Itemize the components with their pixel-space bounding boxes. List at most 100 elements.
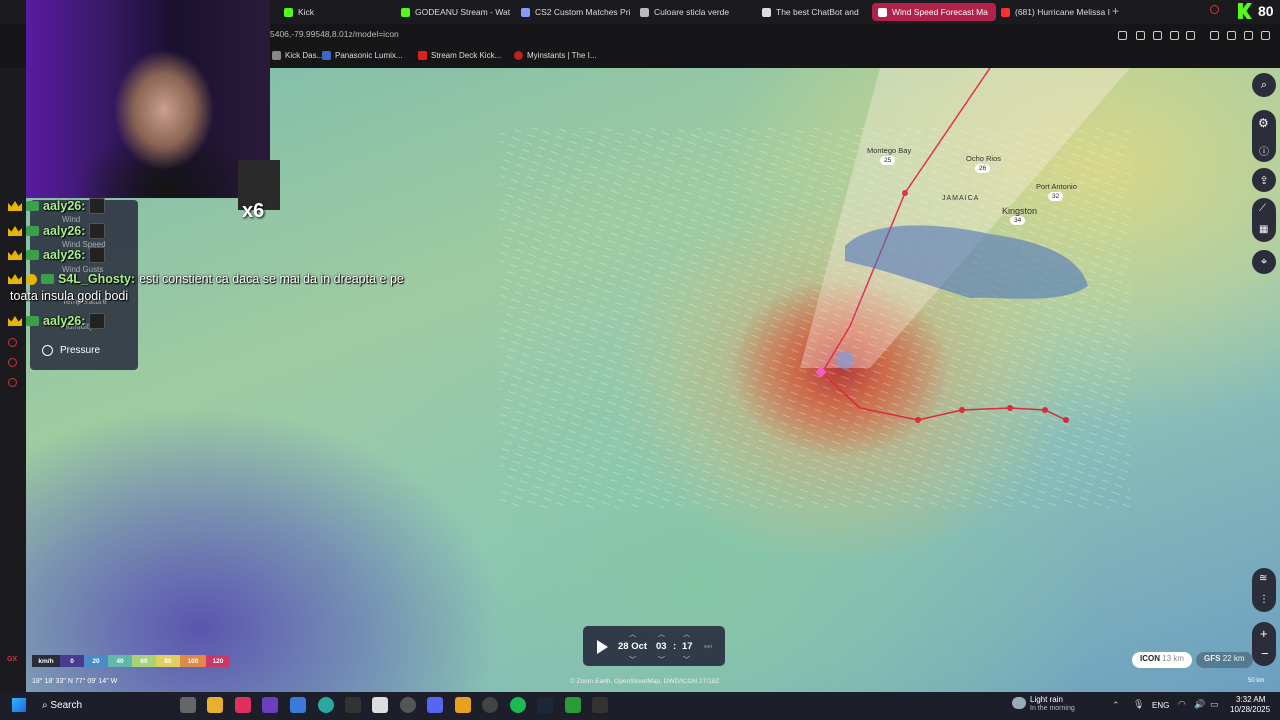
gx-icon: GX (7, 656, 18, 663)
zoom-in-button[interactable]: + (1260, 626, 1268, 641)
track-point (1063, 417, 1069, 423)
zoom-out-button[interactable]: − (1261, 646, 1269, 661)
tab-label: (681) Hurricane Melissa I (1015, 7, 1110, 17)
battery-icon[interactable]: ▭ (1210, 699, 1219, 710)
wind-speed-legend[interactable]: km/h 0 20 40 60 80 100 120 (32, 655, 230, 667)
timeline-date[interactable]: 28 Oct (618, 641, 647, 652)
taskbar-app-icon[interactable] (592, 697, 608, 713)
sub-badge-icon (89, 198, 106, 214)
menu-icon[interactable] (1261, 31, 1270, 40)
settings-icon[interactable] (8, 378, 17, 387)
camera-icon[interactable] (1227, 31, 1236, 40)
edge-icon[interactable] (318, 697, 334, 713)
microphone-icon[interactable]: 🎙 (1133, 699, 1144, 710)
history-icon[interactable] (8, 338, 17, 347)
taskbar-app-icon[interactable] (290, 697, 306, 713)
xbox-icon[interactable] (565, 697, 581, 713)
minute-up-icon[interactable]: ︿ (683, 629, 690, 639)
youtube-icon (418, 51, 427, 60)
map-credit[interactable]: © Zoom Earth, OpenStreetMap, DWD/ICON 27… (570, 678, 719, 685)
rail-icon[interactable] (8, 358, 17, 367)
pin-icon[interactable] (1118, 31, 1127, 40)
badge-icon (41, 274, 54, 284)
info-icon[interactable]: ⓘ (1259, 143, 1269, 158)
tab-label: Kick (298, 7, 315, 17)
wind-badge-ocho-rios: 26 (975, 164, 991, 173)
share-button[interactable]: ⇪ (1252, 168, 1276, 192)
date-up-icon[interactable]: ︿ (629, 629, 636, 639)
more-icon[interactable]: ⋮ (1259, 594, 1269, 605)
browser-tab[interactable]: GODEANU Stream - Wat (395, 3, 517, 21)
skip-end-icon[interactable]: ⏭ (704, 641, 712, 652)
language-indicator[interactable]: ENG (1152, 701, 1169, 710)
download-icon[interactable] (1244, 31, 1253, 40)
screenshot-icon[interactable] (1136, 31, 1145, 40)
tray-chevron-icon[interactable]: ⌃ (1112, 700, 1120, 711)
discord-icon[interactable] (427, 697, 443, 713)
taskview-icon[interactable] (180, 697, 196, 713)
tab-label: Culoare sticla verde (654, 7, 730, 17)
date-down-icon[interactable]: ﹀ (629, 655, 636, 665)
tab-label: Wind Speed Forecast Ma (892, 7, 988, 17)
taskbar-app-icon[interactable] (482, 697, 498, 713)
clock-time[interactable]: 3:32 AM (1236, 695, 1265, 704)
taskbar-app-icon[interactable] (235, 697, 251, 713)
spotify-icon[interactable] (510, 697, 526, 713)
layer-pressure[interactable]: Pressure (42, 345, 100, 356)
bookmark-panasonic[interactable]: Panasonic Lumix... (322, 51, 403, 60)
volume-icon[interactable]: 🔊 (1194, 699, 1205, 710)
settings-app-icon[interactable] (400, 697, 416, 713)
bookmark-kick-dashboard[interactable]: Kick Das... (272, 51, 323, 60)
taskbar-app-icon[interactable] (455, 697, 471, 713)
place-montego-bay[interactable]: Montego Bay (867, 146, 911, 155)
chat-message: S4L_Ghosty: esti constient ca daca se mai… (8, 272, 404, 286)
weather-icon[interactable] (1012, 697, 1026, 709)
model-gfs-button[interactable]: GFS 22 km (1196, 652, 1253, 668)
new-tab-button[interactable]: + (1112, 4, 1119, 18)
wind-layer-icon[interactable]: ≋ (1259, 573, 1267, 584)
heart-icon[interactable] (1186, 31, 1195, 40)
gear-icon[interactable]: ⚙ (1258, 116, 1269, 130)
file-explorer-icon[interactable] (207, 697, 223, 713)
area-icon[interactable]: ▦ (1259, 224, 1268, 235)
timeline-minute[interactable]: 17 (682, 641, 693, 652)
bookmark-stream-deck[interactable]: Stream Deck Kick... (418, 51, 501, 60)
clock-date[interactable]: 10/28/2025 (1230, 705, 1270, 714)
minute-down-icon[interactable]: ﹀ (683, 655, 690, 665)
place-port-antonio[interactable]: Port Antonio (1036, 182, 1077, 191)
badge-icon (26, 316, 39, 326)
browser-tab[interactable]: The best ChatBot and (756, 3, 876, 21)
ruler-icon[interactable]: ⟋ (1259, 203, 1266, 214)
steam-icon[interactable] (537, 697, 553, 713)
place-ocho-rios[interactable]: Ocho Rios (966, 154, 1001, 163)
teams-icon[interactable] (262, 697, 278, 713)
store-icon[interactable] (372, 697, 388, 713)
wifi-icon[interactable]: ◠ (1178, 699, 1186, 710)
place-kingston[interactable]: Kingston (1002, 206, 1037, 216)
map-search-button[interactable]: ⌕ (1252, 73, 1276, 97)
play-button[interactable] (597, 640, 608, 654)
taskbar-app-icon[interactable] (345, 697, 361, 713)
track-point (1042, 407, 1048, 413)
locate-button[interactable]: ⌖ (1252, 250, 1276, 274)
browser-tab[interactable]: Kick (278, 3, 390, 21)
url-field[interactable]: 5406,-79.99548,8.01z/model=icon (270, 29, 399, 39)
browser-tab[interactable]: CS2 Custom Matches Pri (515, 3, 637, 21)
hour-up-icon[interactable]: ︿ (658, 629, 665, 639)
play-icon[interactable] (1170, 31, 1179, 40)
timeline-hour[interactable]: 03 (656, 641, 667, 652)
browser-tab[interactable]: Wind Speed Forecast Ma (872, 3, 996, 21)
tab-favicon-icon (762, 7, 771, 17)
taskbar-search[interactable]: ⌕ Search (42, 700, 82, 711)
browser-tab[interactable]: (681) Hurricane Melissa I (995, 3, 1115, 21)
badge-icon (26, 273, 37, 285)
hour-down-icon[interactable]: ﹀ (658, 655, 665, 665)
browser-tab[interactable]: Culoare sticla verde (634, 3, 756, 21)
weather-title[interactable]: Light rain (1030, 695, 1063, 704)
extensions-icon[interactable] (1210, 31, 1219, 40)
windows-start-icon[interactable] (12, 698, 26, 712)
search-icon[interactable] (1210, 5, 1219, 14)
bookmark-myinstants[interactable]: Myinstants | The I... (514, 51, 597, 60)
shield-icon[interactable] (1153, 31, 1162, 40)
model-icon-button[interactable]: ICON 13 km (1132, 652, 1193, 668)
